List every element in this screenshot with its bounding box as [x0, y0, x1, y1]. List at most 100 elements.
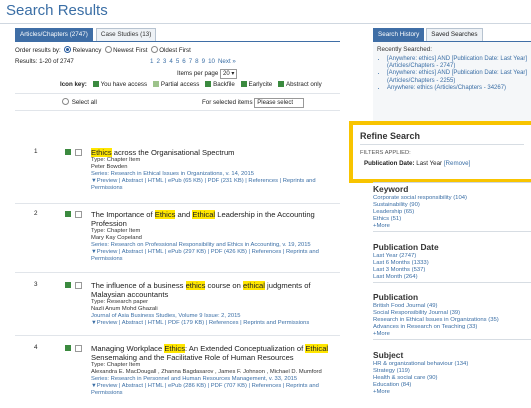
result-title[interactable]: The Importance of Ethics and Ethical Lea… — [91, 210, 341, 228]
page-title: Search Results — [6, 2, 108, 19]
facet-item[interactable]: Strategy (119) — [373, 368, 531, 375]
sidebar-tabs: Search History Saved Searches — [373, 28, 483, 42]
result-type: Type: Chapter Item — [91, 157, 141, 163]
list-item: 2 The Importance of Ethics and Ethical L… — [15, 210, 341, 263]
result-number: 4 — [34, 344, 38, 351]
icon-key-item: Partial access — [160, 81, 200, 88]
result-tabs: Articles/Chapters (2747) Case Studies (1… — [15, 28, 157, 41]
access-icon — [65, 282, 71, 288]
page-link[interactable]: 3 — [163, 58, 166, 65]
result-title[interactable]: The influence of a business ethics cours… — [91, 281, 341, 299]
icon-key-item: You have access — [100, 81, 148, 88]
facet-item[interactable]: HR & organizational behaviour (134) — [373, 361, 531, 368]
page-link[interactable]: 9 — [202, 58, 205, 65]
facet-item[interactable]: Leadership (65) — [373, 209, 531, 216]
facet-item[interactable]: Research in Ethical Issues in Organizati… — [373, 317, 531, 324]
facet-keyword: Keyword Corporate social responsibility … — [373, 184, 531, 234]
result-title[interactable]: Managing Workplace Ethics: An Extended C… — [91, 344, 341, 362]
facet-publication: Publication British Food Journal (49) So… — [373, 292, 531, 342]
tab-saved-searches[interactable]: Saved Searches — [426, 28, 483, 42]
tab-case-studies[interactable]: Case Studies (13) — [95, 28, 157, 41]
recent-search-link[interactable]: [Anywhere: ethics] AND [Publication Date… — [387, 70, 531, 84]
facet-item[interactable]: Last Month (264) — [373, 274, 531, 281]
result-series[interactable]: Series: Research in Personnel and Human … — [91, 376, 341, 383]
result-type: Type: Research paper — [91, 299, 149, 305]
result-series[interactable]: Journal of Asia Business Studies, Volume… — [91, 313, 341, 320]
page-link[interactable]: 6 — [182, 58, 185, 65]
result-authors: Peter Bowden — [91, 164, 128, 170]
items-per-page-select[interactable]: 20 ▾ — [220, 69, 238, 79]
result-number: 1 — [34, 148, 38, 155]
facet-more-link[interactable]: +More — [373, 223, 531, 230]
facet-item[interactable]: Sustainability (90) — [373, 202, 531, 209]
result-links-cont[interactable]: Permissions — [91, 185, 341, 192]
facet-item[interactable]: Ethics (51) — [373, 216, 531, 223]
result-links[interactable]: ▼Preview | Abstract | HTML | PDF (179 KB… — [91, 320, 341, 327]
select-all[interactable]: Select all — [60, 98, 97, 107]
page-link[interactable]: 10 — [208, 58, 215, 65]
result-links-cont[interactable]: Permissions — [91, 256, 341, 263]
facet-subject: Subject HR & organizational behaviour (1… — [373, 350, 531, 396]
facet-item[interactable]: British Food Journal (49) — [373, 303, 531, 310]
result-links[interactable]: ▼Preview | Abstract | HTML | ePub (297 K… — [91, 249, 341, 256]
next-page-link[interactable]: Next » — [218, 58, 236, 65]
page-link[interactable]: 2 — [156, 58, 159, 65]
list-item: 1 Ethics across the Organisational Spect… — [15, 148, 341, 192]
divider — [15, 335, 340, 336]
page-link[interactable]: 5 — [176, 58, 179, 65]
bulk-actions: For selected items Please select — [202, 98, 305, 108]
tab-articles[interactable]: Articles/Chapters (2747) — [15, 28, 93, 41]
access-icon — [65, 149, 71, 155]
bulk-action-select[interactable]: Please select — [254, 98, 305, 108]
tab-search-history[interactable]: Search History — [373, 28, 425, 42]
page-link[interactable]: 1 — [150, 58, 153, 65]
remove-filter-link[interactable]: [Remove] — [444, 160, 470, 167]
result-links-cont[interactable]: Permissions — [91, 390, 341, 397]
access-icon — [65, 211, 71, 217]
facet-item[interactable]: Last Year (2747) — [373, 253, 531, 260]
recent-search-link[interactable]: Anywhere: ethics (Articles/Chapters - 34… — [387, 85, 531, 92]
facet-item[interactable]: Advances in Research on Teaching (33) — [373, 324, 531, 331]
facet-more-link[interactable]: +More — [373, 331, 531, 338]
sort-option-newest[interactable]: Newest First — [113, 47, 147, 54]
facet-item[interactable]: Last 3 Months (537) — [373, 267, 531, 274]
sort-bar: Order results by: Relevancy Newest First… — [15, 46, 191, 55]
sort-relevancy-radio[interactable] — [64, 46, 72, 53]
facet-item[interactable]: Corporate social responsibility (104) — [373, 195, 531, 202]
filter-name: Publication Date: — [364, 160, 415, 167]
page-link[interactable]: 7 — [189, 58, 192, 65]
recent-search-link[interactable]: [Anywhere: ethics] AND [Publication Date… — [387, 56, 531, 70]
facet-item[interactable]: Education (84) — [373, 382, 531, 389]
earlycite-icon — [240, 81, 247, 87]
facet-item[interactable]: Health & social care (90) — [373, 375, 531, 382]
backfile-icon — [205, 81, 212, 87]
result-checkbox[interactable] — [75, 282, 82, 289]
result-series[interactable]: Series: Research on Professional Respons… — [91, 242, 341, 249]
facet-more-link[interactable]: +More — [373, 389, 531, 396]
sort-option-oldest[interactable]: Oldest First — [159, 47, 191, 54]
facet-item[interactable]: Last 6 Months (1333) — [373, 260, 531, 267]
page-link[interactable]: 8 — [195, 58, 198, 65]
result-series[interactable]: Series: Research in Ethical Issues in Or… — [91, 171, 341, 178]
sort-option-relevancy[interactable]: Relevancy — [72, 47, 101, 54]
sort-oldest-radio[interactable] — [151, 46, 159, 53]
divider — [373, 230, 531, 232]
sort-newest-radio[interactable] — [105, 46, 113, 53]
result-title[interactable]: Ethics across the Organisational Spectru… — [91, 148, 341, 157]
result-links[interactable]: ▼Preview | Abstract | HTML | ePub (286 K… — [91, 383, 341, 390]
access-icon — [65, 345, 71, 351]
result-links[interactable]: ▼Preview | Abstract | HTML | ePub (65 KB… — [91, 178, 341, 185]
facet-heading: Publication Date — [373, 242, 439, 252]
tabs-divider — [15, 41, 340, 42]
results-count: Results: 1-20 of 2747 — [15, 58, 74, 65]
result-checkbox[interactable] — [75, 211, 82, 218]
divider — [15, 203, 340, 204]
refine-search-heading: Refine Search — [360, 131, 421, 141]
result-checkbox[interactable] — [75, 345, 82, 352]
divider — [15, 272, 340, 273]
refine-search-panel: Refine Search FILTERS APPLIED: Publicati… — [349, 121, 531, 183]
page-link[interactable]: 4 — [169, 58, 172, 65]
select-all-checkbox[interactable] — [62, 98, 69, 105]
facet-item[interactable]: Social Responsibility Journal (39) — [373, 310, 531, 317]
result-checkbox[interactable] — [75, 149, 82, 156]
